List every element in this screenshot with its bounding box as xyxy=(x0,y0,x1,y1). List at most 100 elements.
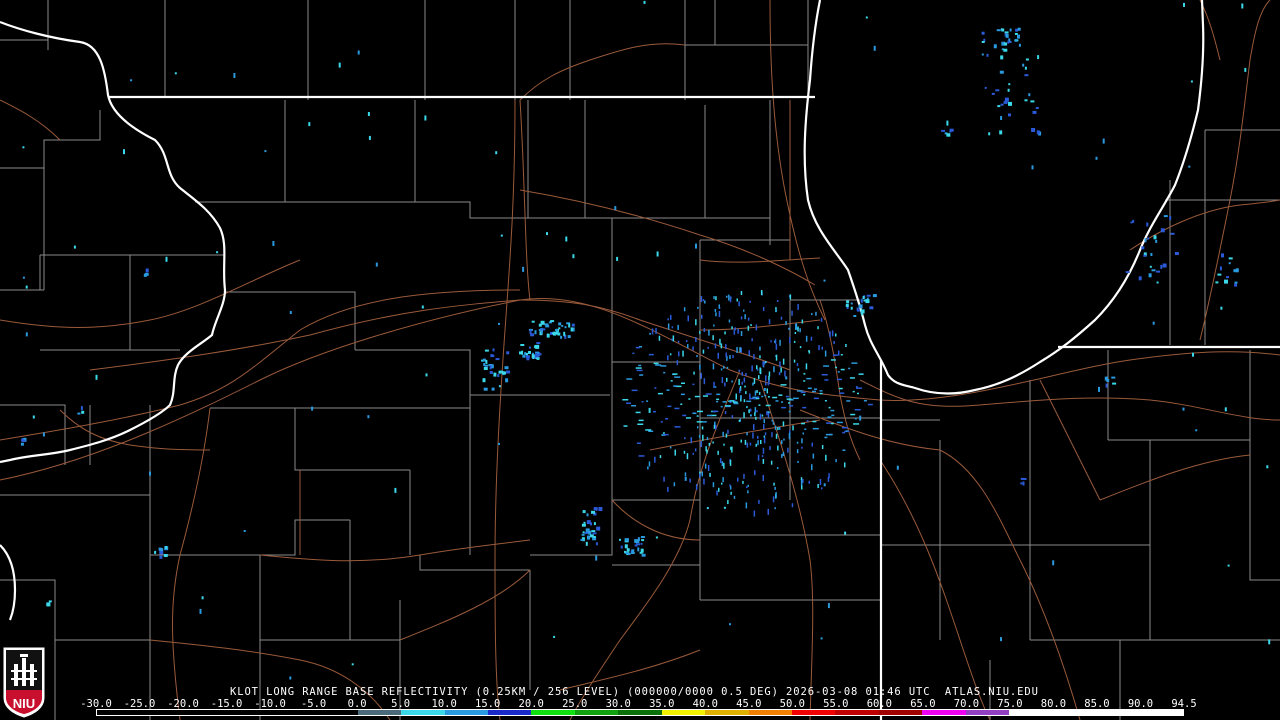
echo-cell xyxy=(855,386,858,388)
echo-cell xyxy=(619,538,621,541)
echo-cell xyxy=(540,329,543,334)
echo-cell xyxy=(788,433,791,440)
echo-cell xyxy=(1095,156,1098,160)
echo-cell xyxy=(506,370,510,374)
echo-cell xyxy=(572,254,575,259)
echo-cell xyxy=(703,478,705,485)
echo-cell xyxy=(867,403,873,406)
echo-cell xyxy=(1152,321,1155,325)
echo-cell xyxy=(745,391,747,395)
echo-cell xyxy=(697,306,699,309)
echo-cell xyxy=(722,401,727,403)
echo-cell xyxy=(761,395,764,398)
echo-cell xyxy=(728,294,730,301)
echo-cell xyxy=(483,367,488,370)
echo-cell xyxy=(828,473,830,479)
echo-cell xyxy=(838,350,840,356)
echo-cell xyxy=(1022,63,1025,67)
echo-cell xyxy=(700,441,703,448)
echo-cell xyxy=(775,309,778,312)
echo-cell xyxy=(1151,269,1156,272)
echo-cell xyxy=(699,473,701,478)
echo-cell xyxy=(338,62,341,68)
echo-cell xyxy=(768,380,770,384)
echo-cell xyxy=(778,372,781,376)
echo-cell xyxy=(25,332,28,337)
echo-cell xyxy=(1032,110,1037,114)
echo-cell xyxy=(946,120,949,126)
echo-cell xyxy=(795,324,797,330)
echo-cell xyxy=(732,401,738,403)
echo-cell xyxy=(754,407,757,414)
echo-cell xyxy=(582,510,586,514)
echo-cell xyxy=(620,545,623,549)
echo-cell xyxy=(800,477,803,481)
echo-cell xyxy=(995,89,1000,92)
echo-cell xyxy=(758,404,761,406)
echo-cell xyxy=(498,385,501,388)
echo-cell xyxy=(704,463,707,469)
echo-cell xyxy=(708,329,710,336)
echo-cell xyxy=(648,430,654,432)
echo-cell xyxy=(681,382,685,384)
echo-cell xyxy=(368,135,371,140)
echo-cell xyxy=(744,314,746,320)
echo-cell xyxy=(1000,116,1003,120)
scale-color-segment xyxy=(97,710,141,715)
scale-color-segment xyxy=(140,710,184,715)
niu-logo: NIU xyxy=(3,647,45,718)
echo-cell xyxy=(791,310,793,316)
echo-cell xyxy=(25,285,28,289)
scale-color-segment xyxy=(487,710,532,715)
echo-cell xyxy=(714,309,717,312)
echo-cell xyxy=(289,311,292,314)
echo-cell xyxy=(1149,265,1152,268)
echo-cell xyxy=(728,319,731,323)
echo-cell xyxy=(1104,376,1108,381)
echo-cell xyxy=(754,470,756,476)
scale-color-segment xyxy=(444,710,488,715)
echo-cell xyxy=(865,16,868,19)
echo-cell xyxy=(805,335,808,342)
echo-cell xyxy=(838,387,843,390)
echo-cell xyxy=(826,422,832,424)
echo-cell xyxy=(682,350,684,357)
echo-cell xyxy=(580,538,584,541)
echo-cell xyxy=(770,340,772,343)
echo-cell xyxy=(701,314,703,319)
echo-cell xyxy=(818,345,820,351)
echo-cell xyxy=(769,446,771,451)
echo-cell xyxy=(684,476,687,481)
echo-cell xyxy=(654,456,656,463)
echo-cell xyxy=(763,424,765,430)
echo-cell xyxy=(762,361,764,367)
echo-cell xyxy=(701,471,703,477)
reflectivity-color-bar xyxy=(96,709,1184,716)
echo-cell xyxy=(724,411,727,414)
echo-cell xyxy=(1102,138,1105,144)
echo-cell xyxy=(827,416,832,418)
echo-cell xyxy=(779,339,781,346)
echo-cell xyxy=(1035,107,1039,109)
echo-cell xyxy=(696,421,703,423)
echo-cell xyxy=(746,442,749,448)
echo-cell xyxy=(785,376,788,380)
echo-cell xyxy=(631,389,638,392)
echo-cell xyxy=(789,337,791,344)
echo-cell xyxy=(858,304,863,309)
echo-cell xyxy=(159,555,163,559)
echo-cell xyxy=(716,490,718,496)
echo-cell xyxy=(810,336,813,341)
echo-cell xyxy=(729,459,732,466)
echo-cell xyxy=(854,409,861,411)
echo-cell xyxy=(504,366,509,370)
echo-cell xyxy=(997,105,1001,108)
scale-color-segment xyxy=(878,710,923,715)
echo-cell xyxy=(777,427,779,431)
echo-cell xyxy=(653,410,656,413)
echo-cell xyxy=(782,421,785,427)
echo-cell xyxy=(946,133,951,136)
echo-cell xyxy=(736,298,738,302)
echo-cell xyxy=(589,534,594,538)
echo-cell xyxy=(774,340,776,343)
